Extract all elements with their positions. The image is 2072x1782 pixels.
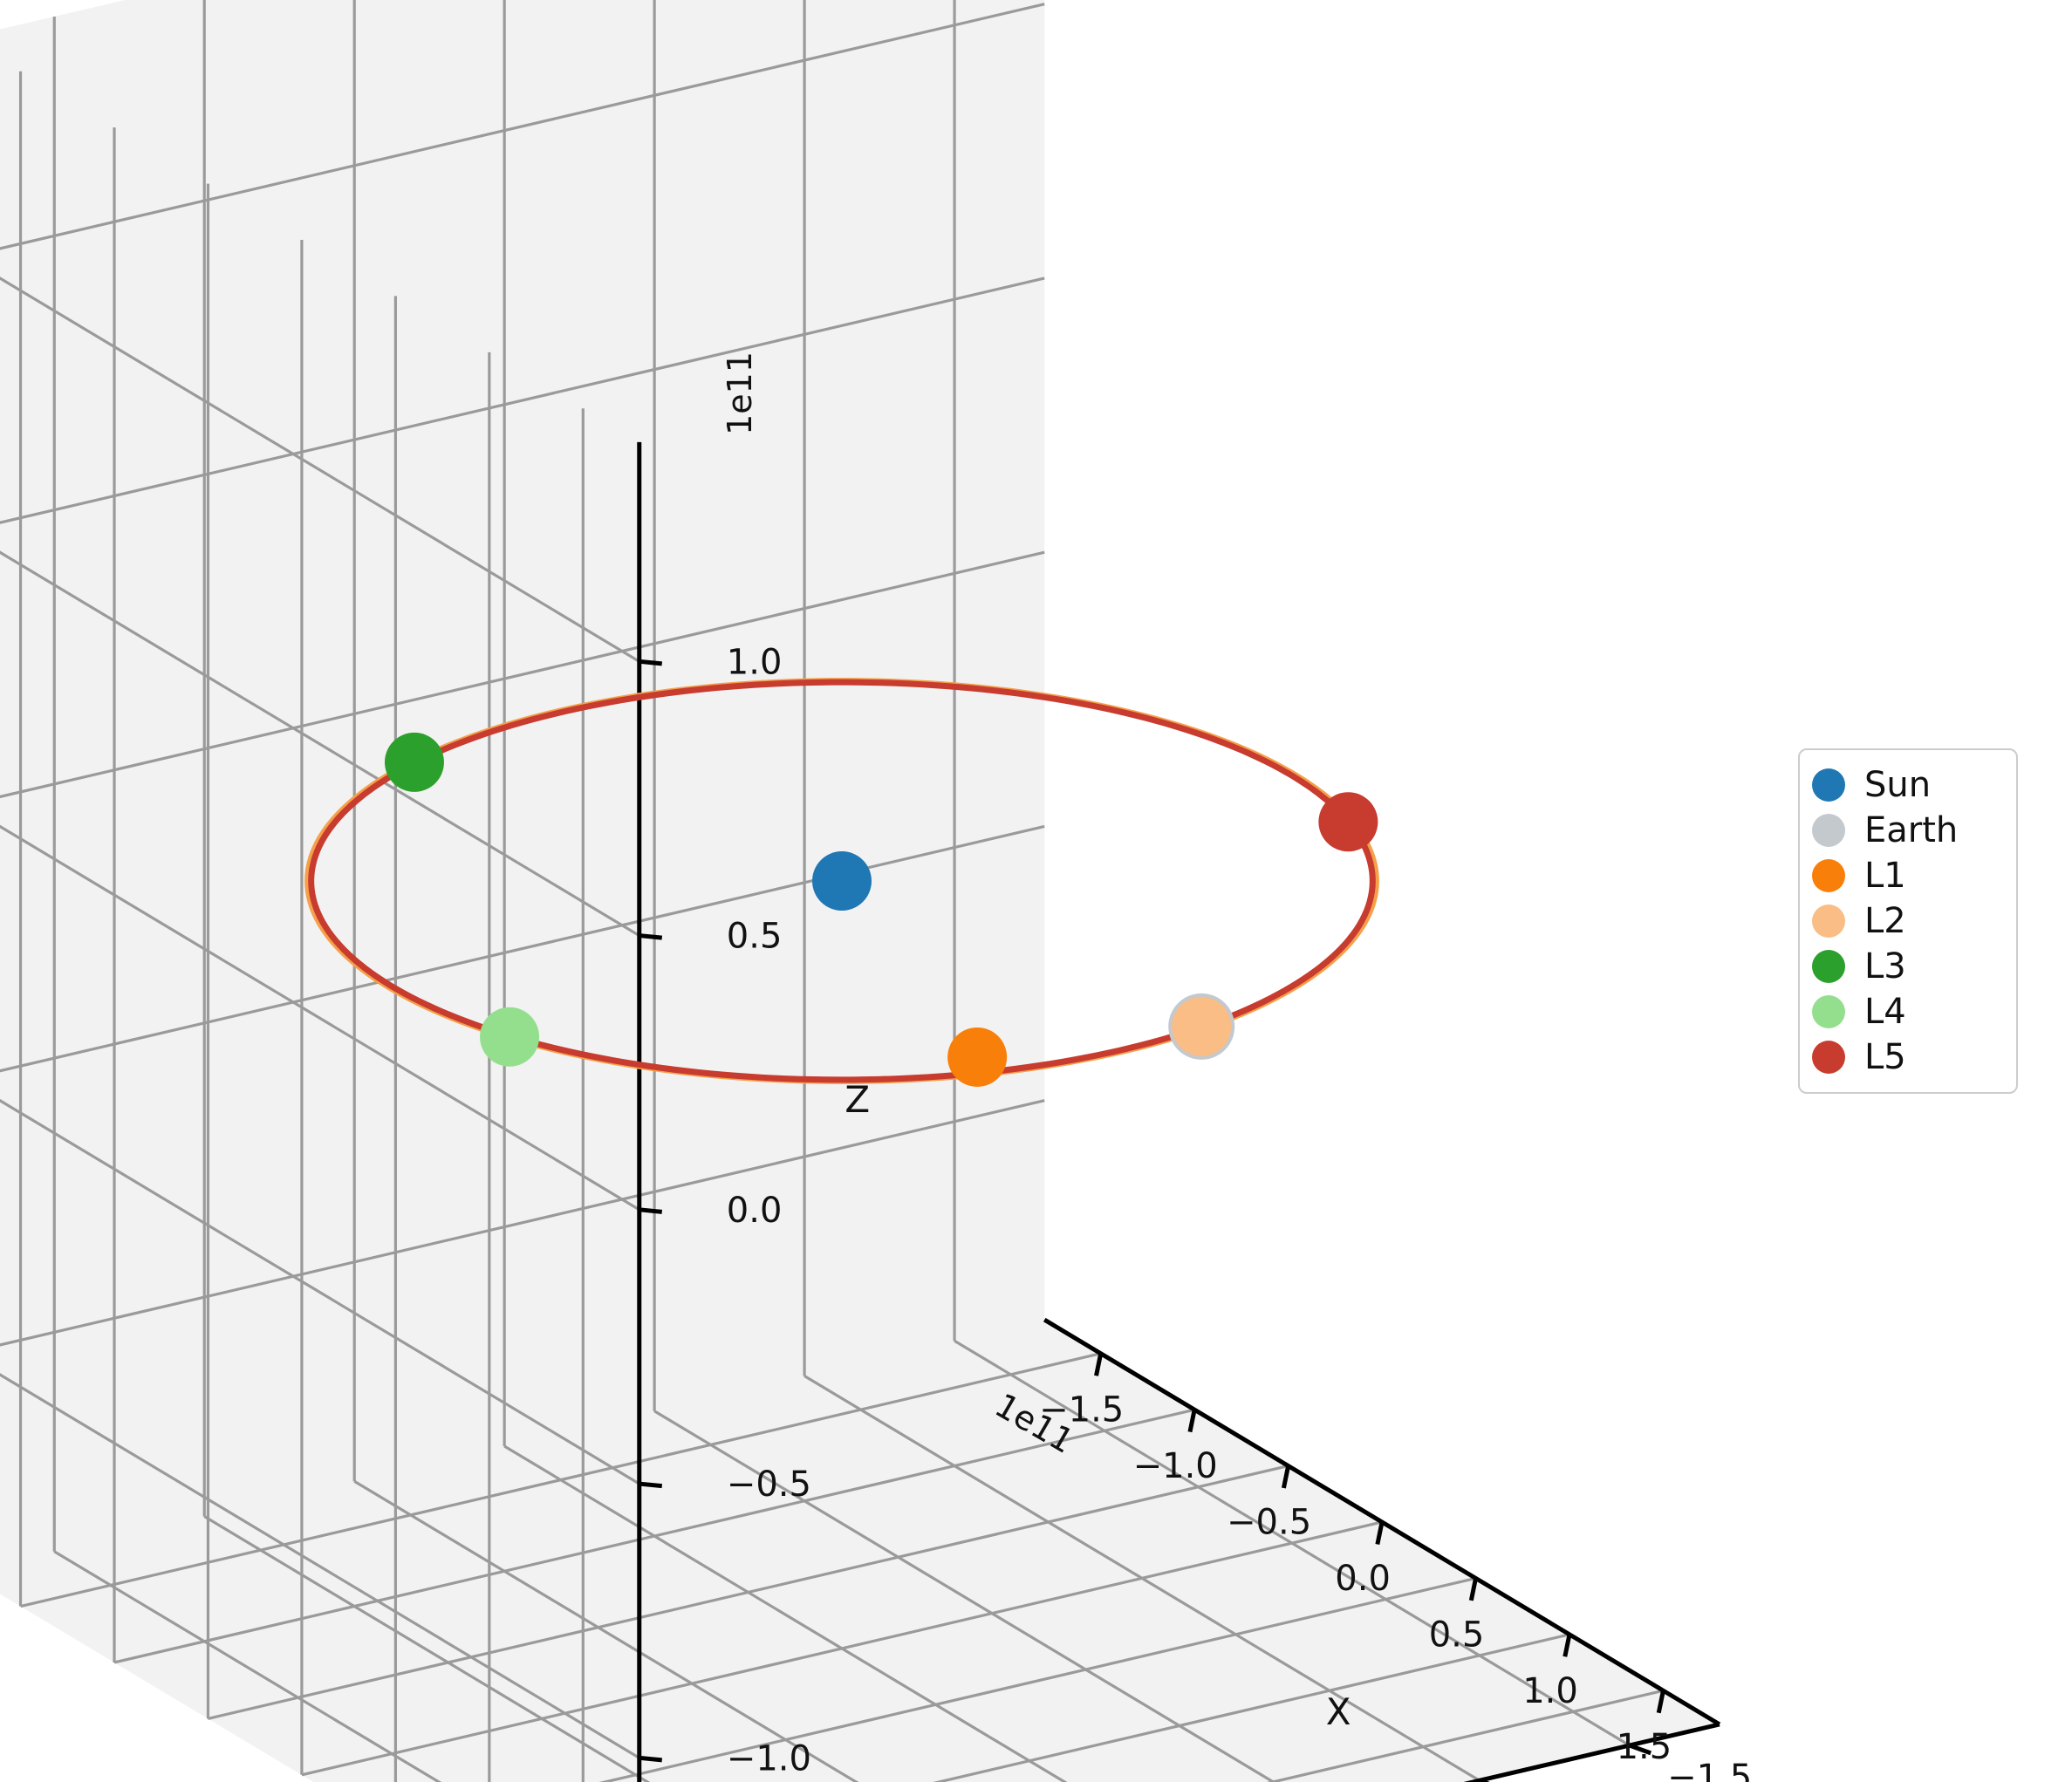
legend-item-sun[interactable]: Sun bbox=[1812, 762, 2002, 808]
legend-item-earth[interactable]: Earth bbox=[1812, 808, 2002, 853]
z-tick-label: −1.0 bbox=[727, 1738, 811, 1779]
circle-marker-icon bbox=[1812, 995, 1845, 1028]
x-tick-label: −0.5 bbox=[1227, 1503, 1311, 1543]
legend-item-l1[interactable]: L1 bbox=[1812, 853, 2002, 898]
legend-item-l5[interactable]: L5 bbox=[1812, 1034, 2002, 1080]
x-tick-label: 0.5 bbox=[1429, 1615, 1485, 1655]
circle-marker-icon bbox=[1812, 905, 1845, 938]
x-tick-label: 1.5 bbox=[1617, 1727, 1672, 1767]
legend-label: L1 bbox=[1864, 856, 1906, 896]
figure-canvas: 3D Trajectories −1.5−1.0−0.50.00.51.01.5… bbox=[0, 0, 2072, 1782]
legend-label: Earth bbox=[1864, 810, 1959, 850]
circle-marker-icon bbox=[1812, 859, 1845, 892]
marker-l1[interactable] bbox=[947, 1027, 1008, 1087]
legend-item-l3[interactable]: L3 bbox=[1812, 944, 2002, 989]
z-tick-label: 0.5 bbox=[727, 917, 783, 957]
legend-label: L4 bbox=[1864, 992, 1906, 1032]
z-tick-label: 1.0 bbox=[727, 642, 783, 682]
x-tick-label: 0.0 bbox=[1335, 1559, 1391, 1599]
x-axis-label: X bbox=[1326, 1690, 1351, 1733]
legend-item-l4[interactable]: L4 bbox=[1812, 989, 2002, 1034]
legend-label: L2 bbox=[1864, 901, 1906, 941]
circle-marker-icon bbox=[1812, 768, 1845, 802]
circle-marker-icon bbox=[1812, 950, 1845, 983]
marker-l4[interactable] bbox=[480, 1007, 540, 1067]
z-tick-label: −0.5 bbox=[727, 1465, 811, 1505]
x-tick-label: 1.0 bbox=[1522, 1671, 1578, 1711]
z-axis-label: Z bbox=[845, 1078, 870, 1121]
marker-l3[interactable] bbox=[384, 732, 444, 792]
legend-label: Sun bbox=[1864, 765, 1932, 805]
marker-sun[interactable] bbox=[812, 851, 872, 911]
legend-label: L5 bbox=[1864, 1037, 1906, 1077]
legend-item-l2[interactable]: L2 bbox=[1812, 898, 2002, 944]
x-tick-label: −1.0 bbox=[1133, 1446, 1218, 1486]
circle-marker-icon bbox=[1812, 814, 1845, 847]
legend-label: L3 bbox=[1864, 946, 1906, 987]
circle-marker-icon bbox=[1812, 1041, 1845, 1074]
marker-l5[interactable] bbox=[1318, 792, 1378, 852]
marker-l2[interactable] bbox=[1172, 996, 1232, 1056]
legend-box[interactable]: Sun Earth L1 L2 L3 L4 L5 bbox=[1798, 748, 2018, 1094]
axes3d-plot[interactable]: −1.5−1.0−0.50.00.51.01.5−1.5−1.0−0.50.00… bbox=[0, 0, 2072, 1782]
z-offset-text: 1e11 bbox=[721, 352, 759, 435]
z-tick-label: 0.0 bbox=[727, 1191, 783, 1231]
y-tick-label: −1.5 bbox=[1667, 1758, 1752, 1782]
